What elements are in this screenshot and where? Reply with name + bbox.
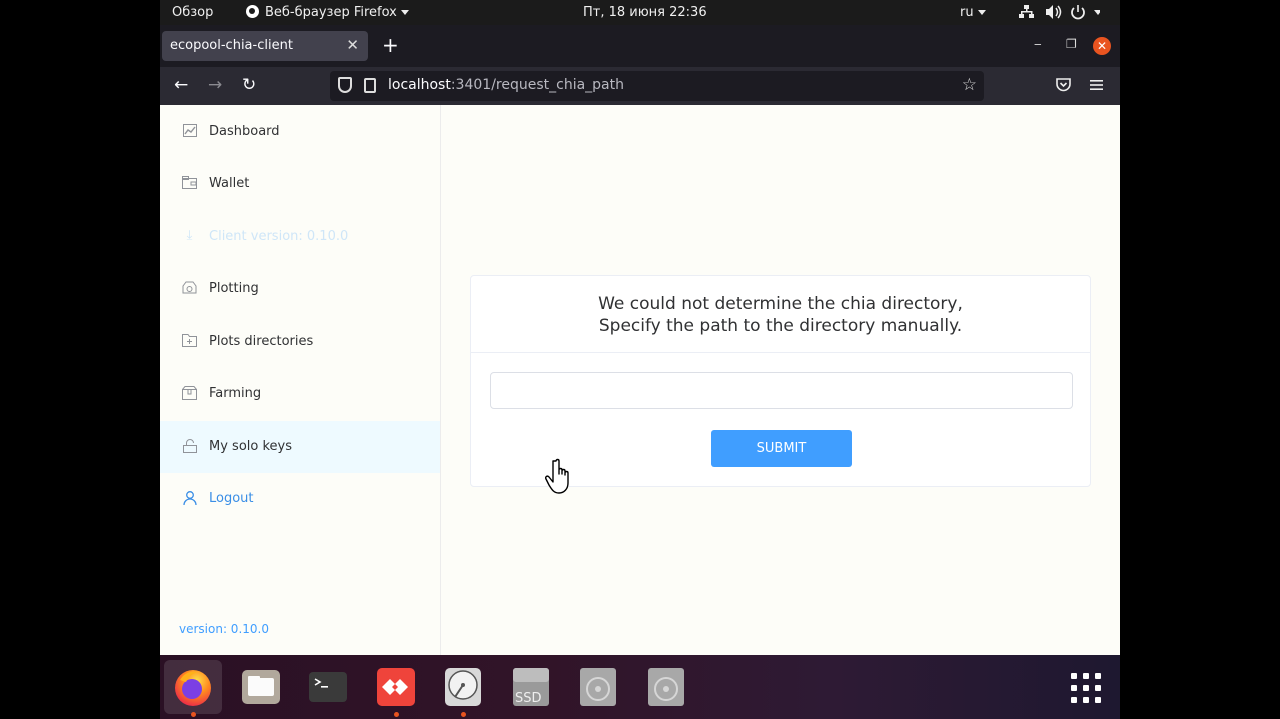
system-status-icons: [1019, 5, 1102, 20]
app-menu-label: Веб-браузер Firefox: [265, 5, 397, 20]
bookmark-star-icon[interactable]: ☆: [962, 75, 977, 95]
sidebar: Dashboard Wallet ⤓ Client version: 0.10.…: [160, 105, 441, 655]
chart-icon: [182, 124, 197, 138]
sidebar-item-my-solo-keys[interactable]: My solo keys: [160, 421, 440, 473]
dock-firefox[interactable]: [164, 660, 222, 717]
sidebar-item-label: Wallet: [209, 176, 250, 191]
clock[interactable]: Пт, 18 июня 22:36: [583, 5, 707, 20]
sidebar-item-plots-directories[interactable]: Plots directories: [160, 316, 440, 368]
browser-tab[interactable]: ecopool-chia-client ✕: [162, 31, 368, 61]
dock-disks[interactable]: [434, 660, 492, 717]
chia-path-card: We could not determine the chia director…: [470, 275, 1091, 487]
sidebar-item-plotting[interactable]: Plotting: [160, 263, 440, 315]
disks-icon: [445, 668, 481, 706]
hand-cursor-icon: [545, 458, 569, 494]
url-bar[interactable]: localhost:3401/request_chia_path ☆: [330, 71, 984, 101]
sidebar-item-label: Logout: [209, 491, 254, 506]
card-message-line-1: We could not determine the chia director…: [598, 294, 963, 314]
hamburger-icon: [1090, 80, 1103, 90]
sidebar-item-logout[interactable]: Logout: [160, 473, 440, 525]
user-icon: [182, 491, 197, 506]
pocket-button[interactable]: [1056, 77, 1071, 97]
system-tray[interactable]: [1018, 4, 1102, 24]
chevron-down-icon: [977, 10, 986, 15]
dock: SSD: [160, 655, 1120, 719]
sidebar-item-farming[interactable]: Farming: [160, 368, 440, 420]
dock-anydesk[interactable]: [367, 660, 425, 717]
url-text[interactable]: localhost:3401/request_chia_path: [388, 77, 624, 93]
system-top-bar: Обзор Веб-браузер Firefox Пт, 18 июня 22…: [160, 0, 1120, 25]
dock-terminal[interactable]: [299, 660, 357, 714]
desktop: Обзор Веб-браузер Firefox Пт, 18 июня 22…: [160, 0, 1120, 719]
ssd-label: SSD: [515, 691, 542, 706]
wallet-icon: [182, 176, 197, 190]
navigation-toolbar: ← → ↻ localhost:3401/request_chia_path ☆: [160, 67, 1120, 105]
optical-drive-icon: [580, 668, 616, 706]
minimize-button[interactable]: ‒: [1034, 37, 1042, 51]
app-menu[interactable]: Веб-браузер Firefox: [246, 5, 409, 20]
running-indicator: [191, 712, 196, 717]
url-path: :3401/request_chia_path: [450, 77, 624, 93]
pocket-icon: [1056, 78, 1071, 92]
card-header: We could not determine the chia director…: [471, 276, 1090, 353]
chia-path-input[interactable]: [490, 372, 1073, 409]
sidebar-item-label: Farming: [209, 386, 262, 401]
files-icon: [242, 670, 280, 704]
download-icon: ⤓: [186, 228, 193, 243]
sidebar-item-label: Plots directories: [209, 334, 314, 349]
dock-optical-drive-1[interactable]: [569, 660, 627, 714]
dock-optical-drive-2[interactable]: [637, 660, 695, 714]
web-page: Dashboard Wallet ⤓ Client version: 0.10.…: [160, 105, 1120, 655]
running-indicator: [461, 712, 466, 717]
sidebar-item-label: Plotting: [209, 281, 259, 296]
sidebar-item-label: Dashboard: [209, 124, 280, 139]
dock-ssd-drive[interactable]: SSD: [502, 660, 560, 714]
restore-button[interactable]: ❐: [1066, 37, 1077, 51]
terminal-icon: [309, 672, 347, 702]
tab-close-icon[interactable]: ✕: [346, 36, 359, 54]
optical-drive-icon: [648, 668, 684, 706]
tab-strip: ecopool-chia-client ✕ + ‒ ❐ ✕: [160, 25, 1120, 67]
window-close-button[interactable]: ✕: [1093, 37, 1111, 55]
language-indicator[interactable]: ru: [960, 5, 986, 20]
page-info-icon[interactable]: [364, 78, 376, 93]
card-message-line-2: Specify the path to the directory manual…: [598, 316, 963, 336]
sidebar-item-label: Client version: 0.10.0: [209, 229, 349, 244]
anydesk-icon: [377, 668, 415, 706]
folder-add-icon: [182, 334, 197, 348]
sidebar-item-wallet[interactable]: Wallet: [160, 158, 440, 210]
sidebar-item-dashboard[interactable]: Dashboard: [160, 106, 440, 158]
sidebar-item-label: My solo keys: [209, 439, 292, 454]
activities-button[interactable]: Обзор: [172, 5, 213, 20]
new-tab-button[interactable]: +: [382, 33, 399, 57]
dock-files[interactable]: [232, 660, 290, 714]
version-label: version: 0.10.0: [179, 622, 269, 636]
plotting-icon: [182, 281, 197, 295]
running-indicator: [394, 712, 399, 717]
lock-icon: [182, 439, 197, 453]
submit-button[interactable]: SUBMIT: [711, 430, 852, 467]
firefox-icon: [175, 670, 211, 706]
tab-title: ecopool-chia-client: [170, 38, 293, 53]
chevron-down-icon: [400, 10, 409, 15]
forward-button[interactable]: →: [208, 75, 222, 95]
shield-icon[interactable]: [338, 77, 352, 93]
menu-button[interactable]: [1090, 76, 1103, 96]
language-label: ru: [960, 5, 974, 20]
box-icon: [182, 386, 197, 400]
firefox-icon: [246, 5, 259, 18]
sidebar-item-client-version[interactable]: ⤓ Client version: 0.10.0: [160, 211, 440, 263]
back-button[interactable]: ←: [174, 75, 188, 95]
show-applications-icon[interactable]: [1071, 673, 1101, 703]
reload-button[interactable]: ↻: [242, 75, 256, 95]
url-host: localhost: [388, 77, 451, 93]
